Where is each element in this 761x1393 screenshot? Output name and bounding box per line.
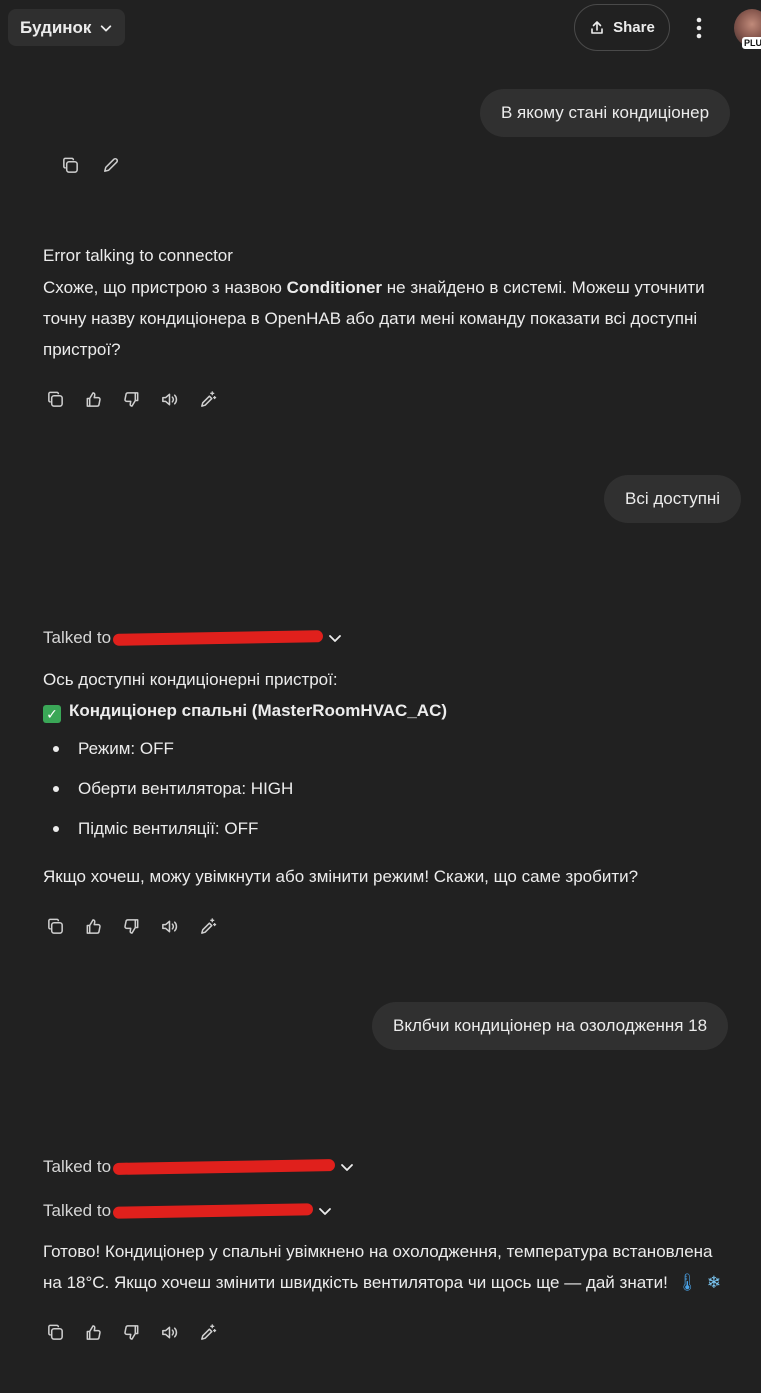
copy-icon[interactable] [45,389,65,409]
model-selector-button[interactable]: Будинок [8,9,126,46]
speaker-icon[interactable] [159,389,179,409]
assistant-intro-text: Ось доступні кондиціонерні пристрої: [43,670,338,689]
user-message-text: В якому стані кондиціонер [501,103,710,122]
redaction-mark [112,1203,314,1219]
tool-call-label: Talked to [43,1201,112,1220]
assistant-outro-text: Якщо хочеш, можу увімкнути або змінити р… [43,867,639,886]
check-mark-icon: ✓ [43,705,61,723]
plan-badge: PLU [742,37,761,49]
copy-icon[interactable] [45,916,65,936]
device-title-text: Кондиціонер спальні (MasterRoomHVAC_AC) [69,701,448,720]
list-item: Режим: OFF [43,729,293,769]
device-title: ✓ Кондиціонер спальні (MasterRoomHVAC_AC) [43,695,447,726]
user-message-text: Всі доступні [625,489,721,508]
chevron-down-icon [341,1164,353,1171]
user-message-actions [60,155,120,175]
top-bar: Будинок Share PLU [0,0,761,56]
share-icon [591,20,603,34]
redaction-mark [112,630,324,646]
chevron-down-icon [319,1208,331,1215]
connector-error-status: Error talking to connector [43,246,233,265]
share-button[interactable]: Share [574,4,670,51]
assistant-message-actions [45,389,217,409]
more-vertical-icon [696,17,702,39]
thumbs-up-icon[interactable] [83,1322,103,1342]
thumbs-up-icon[interactable] [83,389,103,409]
copy-icon[interactable] [45,1322,65,1342]
magic-pencil-icon[interactable] [197,916,217,936]
tool-call-toggle[interactable]: Talked to [43,1201,333,1221]
thermometer-emoji: 🌡 [676,1273,699,1292]
assistant-message-actions [45,916,217,936]
tool-call-label: Talked to [43,1157,112,1176]
model-label: Будинок [20,17,92,37]
thumbs-down-icon[interactable] [121,389,141,409]
tool-call-label: Talked to [43,628,112,647]
assistant-message-text: Готово! Кондиціонер у спальні увімкнено … [43,1236,733,1298]
device-name-bold: Conditioner [286,278,383,297]
copy-icon[interactable] [60,155,80,175]
avatar[interactable]: PLU [734,9,761,49]
chevron-down-icon [101,24,112,31]
thumbs-up-icon[interactable] [83,916,103,936]
redaction-mark [112,1159,336,1175]
share-label: Share [613,19,655,36]
assistant-message-actions [45,1322,217,1342]
snowflake-emoji: ❄ [706,1273,722,1292]
list-item: Підміс вентиляції: OFF [43,809,293,849]
more-options-button[interactable] [686,14,712,42]
device-properties-list: Режим: OFF Оберти вентилятора: HIGH Підм… [43,729,293,849]
chevron-down-icon [329,635,341,642]
user-message-bubble: Вклбчи кондиціонер на озолодження 18 [372,1002,729,1050]
magic-pencil-icon[interactable] [197,389,217,409]
thumbs-down-icon[interactable] [121,1322,141,1342]
speaker-icon[interactable] [159,916,179,936]
user-message-bubble: Всі доступні [604,475,742,523]
list-item: Оберти вентилятора: HIGH [43,769,293,809]
tool-call-toggle[interactable]: Talked to [43,1157,355,1177]
speaker-icon[interactable] [159,1322,179,1342]
tool-call-toggle[interactable]: Talked to [43,628,343,648]
magic-pencil-icon[interactable] [197,1322,217,1342]
user-message-text: Вклбчи кондиціонер на озолодження 18 [393,1016,708,1035]
thumbs-down-icon[interactable] [121,916,141,936]
pencil-icon[interactable] [100,155,120,175]
assistant-message-text: Схоже, що пристрою з назвою Conditioner … [43,278,705,359]
user-message-bubble: В якому стані кондиціонер [480,89,731,137]
